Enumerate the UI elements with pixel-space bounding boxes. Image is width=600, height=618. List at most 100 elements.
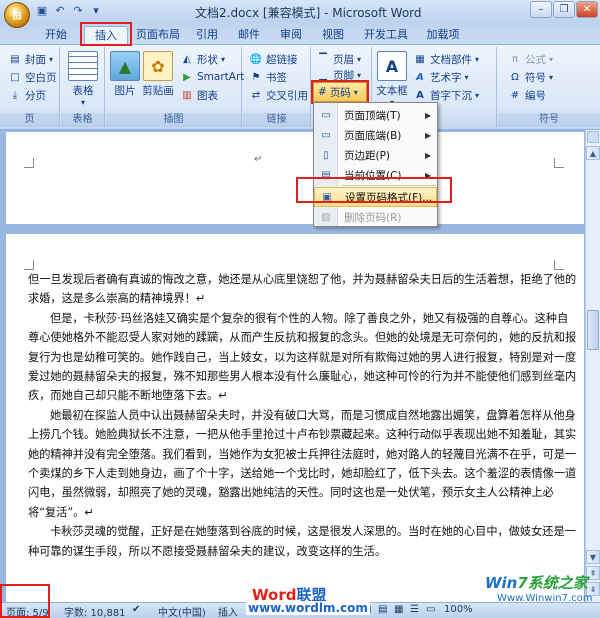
highlight-format-page-numbers xyxy=(296,177,452,203)
group-links: 🌐 超链接 ⚑ 书签 ⇄ 交叉引用 链接 xyxy=(243,47,311,127)
bookmark-icon: ⚑ xyxy=(251,71,261,83)
smartart-icon: ▶ xyxy=(183,71,191,83)
tab-page-layout[interactable]: 页面布局 xyxy=(130,26,186,44)
group-label-symbols: 符号 xyxy=(498,113,600,127)
submenu-arrow-icon: ▶ xyxy=(425,110,432,120)
shapes-icon: ◭ xyxy=(183,53,191,65)
dropcap-button[interactable]: A 首字下沉 ▾ xyxy=(413,87,479,103)
highlight-page-number xyxy=(311,80,369,104)
page-current: 但一旦发现后者确有真诚的悔改之意，她还是从心底里饶恕了他，并为聂赫留朵夫日后的生… xyxy=(6,234,584,602)
close-icon[interactable]: ✕ xyxy=(576,1,598,18)
paragraph: 卡秋莎灵魂的觉醒，正好是在她堕落到谷底的时候，这是很发人深思的。当时在她的心目中… xyxy=(28,525,576,558)
watermark-win7: Win7系统之家 Www.Winwin7.com xyxy=(485,574,593,604)
equation-icon: π xyxy=(511,53,519,65)
status-insert-mode[interactable]: 插入 xyxy=(218,604,238,618)
hyperlink-icon: 🌐 xyxy=(249,53,263,65)
title-bar: ⊞ ▣ ↶ ↷ ▾ 文档2.docx [兼容模式] - Microsoft Wo… xyxy=(0,0,600,28)
number-icon: # xyxy=(510,89,520,101)
scroll-thumb[interactable] xyxy=(587,310,599,350)
smartart-button[interactable]: ▶ SmartArt xyxy=(180,69,244,85)
tab-review[interactable]: 审阅 xyxy=(274,26,308,44)
proofing-icon[interactable]: ✔ xyxy=(132,604,140,615)
minimize-icon[interactable]: – xyxy=(530,1,552,18)
tab-references[interactable]: 引用 xyxy=(190,26,224,44)
tab-addins[interactable]: 加载项 xyxy=(420,26,466,44)
table-button[interactable]: 表格 ▾ xyxy=(67,51,99,107)
picture-button[interactable]: ▲ 图片 xyxy=(110,51,140,98)
header-button[interactable]: ▔ 页眉 ▾ xyxy=(316,51,361,67)
menu-item-bottom-of-page[interactable]: ▭ 页面底端(B) ▶ xyxy=(314,125,437,145)
cover-page-button[interactable]: ▤ 封面 ▾ xyxy=(8,51,53,67)
status-zoom[interactable]: 100% xyxy=(444,604,473,615)
page-previous: ↵ xyxy=(6,132,584,224)
equation-button[interactable]: π 公式 ▾ xyxy=(508,51,553,67)
group-label-pages: 页 xyxy=(0,113,59,127)
header-icon: ▔ xyxy=(319,53,327,65)
status-word-count[interactable]: 字数: 10,881 xyxy=(64,604,126,618)
highlight-page-indicator xyxy=(0,584,50,618)
margin-corner xyxy=(554,260,564,270)
cross-reference-button[interactable]: ⇄ 交叉引用 xyxy=(249,87,308,103)
quick-parts-button[interactable]: ▦ 文档部件 ▾ xyxy=(413,51,479,67)
document-area: ↵ 但一旦发现后者确有真诚的悔改之意，她还是从心底里饶恕了他，并为聂赫留朵夫日后… xyxy=(0,130,585,602)
tab-mailings[interactable]: 邮件 xyxy=(232,26,266,44)
clipart-icon: ✿ xyxy=(143,51,173,81)
tab-view[interactable]: 视图 xyxy=(316,26,350,44)
textbox-icon: A xyxy=(377,51,407,81)
wordart-button[interactable]: A 艺术字 ▾ xyxy=(413,69,468,85)
textbox-button[interactable]: A 文本框▾ xyxy=(375,51,409,107)
dropcap-icon: A xyxy=(416,89,424,101)
symbol-button[interactable]: Ω 符号 ▾ xyxy=(508,69,553,85)
scroll-down-icon[interactable]: ▼ xyxy=(586,550,600,564)
paragraph: 她最初在探监人员中认出聂赫留朵夫时，并没有破口大骂，而是习惯成自然地露出媚笑，盘… xyxy=(28,408,577,519)
top-of-page-icon: ▭ xyxy=(321,109,331,121)
remove-page-numbers-icon: ▨ xyxy=(321,211,331,223)
view-outline-icon[interactable]: ☰ xyxy=(410,604,419,615)
chart-button[interactable]: ▥ 图表 xyxy=(180,87,218,103)
view-draft-icon[interactable]: ▭ xyxy=(426,604,435,615)
hyperlink-button[interactable]: 🌐 超链接 xyxy=(249,51,298,67)
menu-item-page-margins[interactable]: ▯ 页边距(P) ▶ xyxy=(314,145,437,165)
wordart-icon: A xyxy=(416,71,424,83)
menu-item-remove-page-numbers: ▨ 删除页码(R) xyxy=(314,207,437,227)
scroll-up-icon[interactable]: ▲ xyxy=(586,146,600,160)
vertical-scrollbar[interactable]: ▲ ▼ ⇞ ⇟ xyxy=(585,130,600,602)
group-label-table: 表格 xyxy=(61,113,104,127)
restore-icon[interactable]: ❐ xyxy=(553,1,575,18)
redo-icon[interactable]: ↷ xyxy=(70,3,86,18)
submenu-arrow-icon: ▶ xyxy=(425,150,432,160)
number-button[interactable]: # 编号 xyxy=(508,87,546,103)
page-break-button[interactable]: ⤓ 分页 xyxy=(8,87,46,103)
paragraph: 但一旦发现后者确有真诚的悔改之意，她还是从心底里饶恕了他，并为聂赫留朵夫日后的生… xyxy=(28,273,577,306)
blank-page-button[interactable]: □ 空白页 xyxy=(8,69,56,85)
highlight-insert-tab xyxy=(80,22,132,46)
omega-icon: Ω xyxy=(511,71,519,83)
cover-page-icon: ▤ xyxy=(10,53,20,65)
view-full-screen-icon[interactable]: ▤ xyxy=(378,604,387,615)
table-icon xyxy=(68,51,98,81)
document-body[interactable]: 但一旦发现后者确有真诚的悔改之意，她还是从心底里饶恕了他，并为聂赫留朵夫日后的生… xyxy=(28,270,578,561)
menu-item-top-of-page[interactable]: ▭ 页面顶端(T) ▶ xyxy=(314,105,437,125)
tab-home[interactable]: 开始 xyxy=(34,26,78,44)
group-pages: ▤ 封面 ▾ □ 空白页 ⤓ 分页 页 xyxy=(0,47,60,127)
window-controls: – ❐ ✕ xyxy=(530,1,598,18)
group-label-links: 链接 xyxy=(243,113,310,127)
picture-icon: ▲ xyxy=(110,51,140,81)
dropdown-icon[interactable]: ▾ xyxy=(88,3,104,18)
undo-icon[interactable]: ↶ xyxy=(52,3,68,18)
bottom-of-page-icon: ▭ xyxy=(321,129,331,141)
margin-corner xyxy=(24,158,34,168)
save-icon[interactable]: ▣ xyxy=(34,3,50,18)
bookmark-button[interactable]: ⚑ 书签 xyxy=(249,69,287,85)
margin-corner xyxy=(24,260,34,270)
submenu-arrow-icon: ▶ xyxy=(425,130,432,140)
ruler-toggle-icon[interactable] xyxy=(587,131,599,143)
group-symbols: π 公式 ▾ Ω 符号 ▾ # 编号 符号 xyxy=(498,47,600,127)
office-button[interactable]: ⊞ xyxy=(4,2,30,28)
clipart-button[interactable]: ✿ 剪贴画 xyxy=(140,51,176,98)
status-language[interactable]: 中文(中国) xyxy=(158,604,206,618)
tab-developer[interactable]: 开发工具 xyxy=(358,26,414,44)
group-table: 表格 ▾ 表格 xyxy=(61,47,105,127)
view-web-layout-icon[interactable]: ▦ xyxy=(394,604,403,615)
shapes-button[interactable]: ◭ 形状 ▾ xyxy=(180,51,225,67)
